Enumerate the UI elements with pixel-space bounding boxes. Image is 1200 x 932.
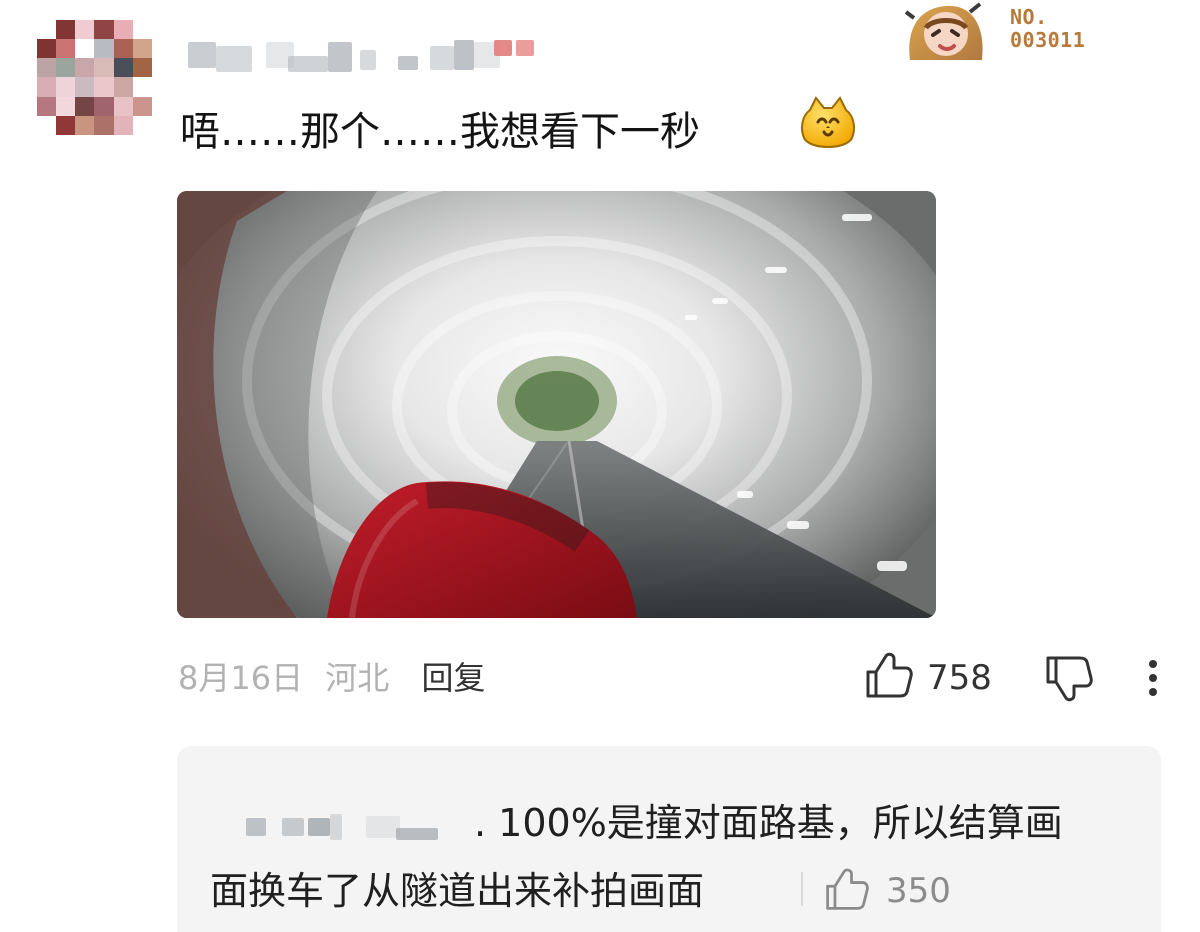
reply-separator [801, 872, 803, 906]
reply-thumbs-up-icon[interactable] [822, 866, 870, 912]
anime-character-icon [900, 0, 992, 64]
badge-number: NO. 003011 [1010, 5, 1086, 52]
reply-text-line-2: 面换车了从隧道出来补拍画面 [210, 869, 705, 913]
tunnel-photo[interactable] [177, 191, 936, 618]
cat-smile-emoji-icon [801, 96, 855, 148]
avatar[interactable] [37, 20, 152, 135]
more-options-icon[interactable] [1138, 656, 1168, 700]
user-badge: NO. 003011 [900, 0, 1100, 70]
reply-like-count: 350 [886, 871, 951, 911]
thumbs-up-icon[interactable] [862, 650, 914, 700]
like-count: 758 [927, 658, 992, 698]
reply-text-line-1: . 100%是撞对面路基，所以结算画 [474, 801, 1063, 845]
comment-date: 8月16日 [178, 659, 304, 697]
reply-button[interactable]: 回复 [421, 659, 485, 697]
comment-screen: NO. 003011 唔……那个……我想看下一秒 8月16日 河北 回复 758… [0, 0, 1200, 932]
comment-meta: 8月16日 河北 回复 [178, 656, 485, 700]
comment-location: 河北 [325, 659, 390, 697]
thumbs-down-icon[interactable] [1042, 652, 1094, 702]
reply-username-blurred[interactable] [246, 810, 486, 840]
comment-text: 唔……那个……我想看下一秒 [180, 109, 700, 155]
username-blurred[interactable] [188, 34, 558, 74]
tunnel-image [177, 191, 936, 618]
